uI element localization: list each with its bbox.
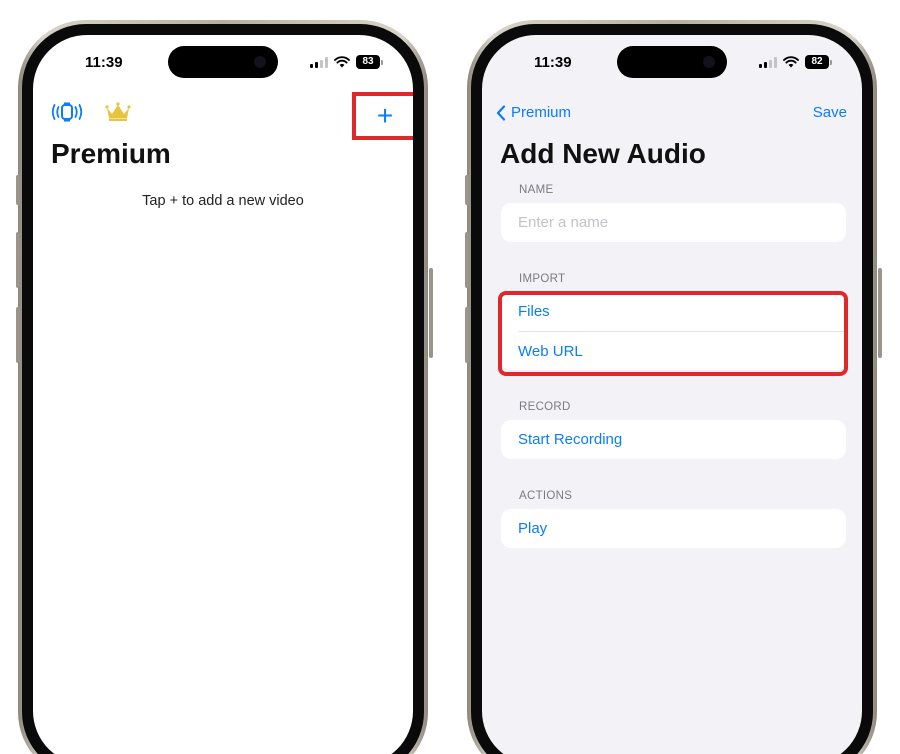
left-screen: 11:39 83 + Premium Tap + to add a new vi… bbox=[33, 35, 413, 754]
battery-level: 83 bbox=[356, 55, 380, 69]
side-button bbox=[429, 268, 433, 358]
start-recording-button[interactable]: Start Recording bbox=[501, 420, 846, 459]
phone-bezel: 11:39 82 Premium Save Add New Audio NAME… bbox=[471, 24, 873, 754]
section-header-import: IMPORT bbox=[519, 273, 566, 285]
right-screen: 11:39 82 Premium Save Add New Audio NAME… bbox=[482, 35, 862, 754]
save-button[interactable]: Save bbox=[813, 104, 847, 121]
status-time: 11:39 bbox=[85, 54, 123, 71]
actions-group: Play bbox=[501, 509, 846, 548]
side-button bbox=[465, 175, 469, 205]
cellular-signal-icon bbox=[759, 56, 777, 68]
back-button-label: Premium bbox=[511, 104, 572, 121]
section-header-name: NAME bbox=[519, 184, 554, 196]
side-button bbox=[16, 232, 20, 288]
left-phone: 11:39 83 + Premium Tap + to add a new vi… bbox=[18, 20, 428, 754]
chevron-left-icon bbox=[496, 104, 506, 121]
section-header-actions: ACTIONS bbox=[519, 490, 573, 502]
name-group: Enter a name bbox=[501, 203, 846, 242]
add-button[interactable]: + bbox=[352, 92, 413, 140]
page-title: Premium bbox=[51, 138, 171, 169]
dynamic-island bbox=[168, 46, 278, 78]
cellular-signal-icon bbox=[310, 56, 328, 68]
back-button[interactable]: Premium bbox=[496, 104, 571, 121]
record-group: Start Recording bbox=[501, 420, 846, 459]
name-field[interactable]: Enter a name bbox=[501, 203, 846, 242]
right-phone: 11:39 82 Premium Save Add New Audio NAME… bbox=[467, 20, 877, 754]
side-button bbox=[16, 307, 20, 363]
import-highlight-box bbox=[498, 291, 848, 376]
camera-icon bbox=[254, 56, 266, 68]
dynamic-island bbox=[617, 46, 727, 78]
status-icons: 83 bbox=[310, 55, 383, 69]
side-button bbox=[465, 232, 469, 288]
phone-bezel: 11:39 83 + Premium Tap + to add a new vi… bbox=[22, 24, 424, 754]
watch-vibration-icon[interactable] bbox=[51, 102, 83, 122]
side-button bbox=[465, 307, 469, 363]
section-header-record: RECORD bbox=[519, 401, 571, 413]
left-nav-icons bbox=[51, 102, 131, 122]
play-button[interactable]: Play bbox=[501, 509, 846, 548]
wifi-icon bbox=[334, 56, 350, 68]
empty-state-text: Tap + to add a new video bbox=[142, 193, 304, 209]
page-title: Add New Audio bbox=[500, 138, 706, 169]
side-button bbox=[16, 175, 20, 205]
side-button bbox=[878, 268, 882, 358]
battery-icon: 82 bbox=[805, 55, 832, 69]
plus-icon: + bbox=[376, 100, 394, 131]
crown-icon[interactable] bbox=[105, 102, 131, 122]
battery-level: 82 bbox=[805, 55, 829, 69]
camera-icon bbox=[703, 56, 715, 68]
status-icons: 82 bbox=[759, 55, 832, 69]
wifi-icon bbox=[783, 56, 799, 68]
battery-icon: 83 bbox=[356, 55, 383, 69]
status-time: 11:39 bbox=[534, 54, 572, 71]
